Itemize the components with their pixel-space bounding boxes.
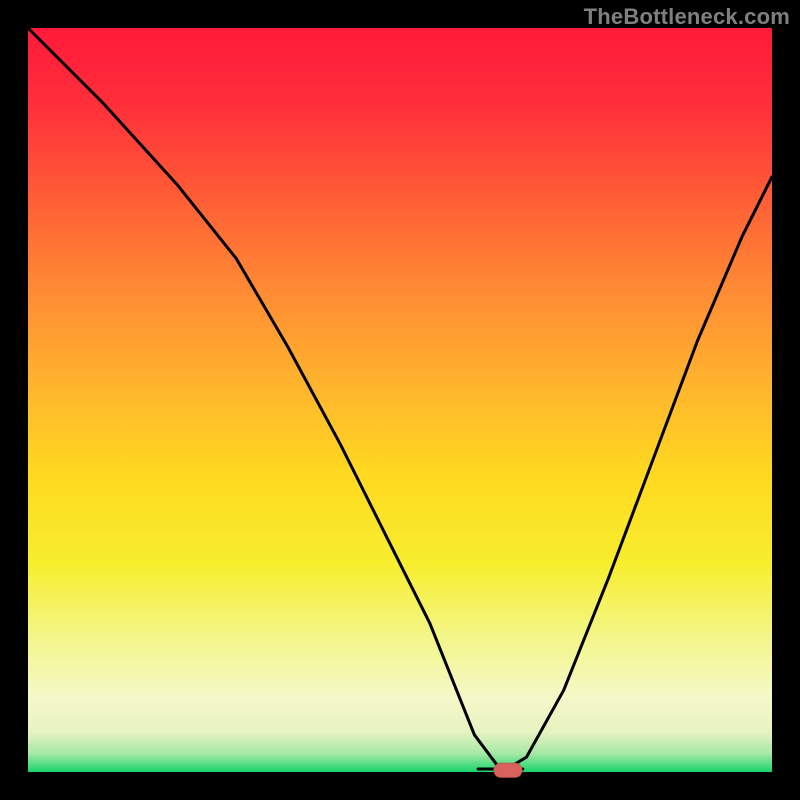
chart-container: TheBottleneck.com <box>0 0 800 800</box>
bottleneck-chart <box>0 0 800 800</box>
plot-background <box>28 28 772 772</box>
watermark-text: TheBottleneck.com <box>584 4 790 30</box>
optimal-point-marker <box>494 763 522 777</box>
